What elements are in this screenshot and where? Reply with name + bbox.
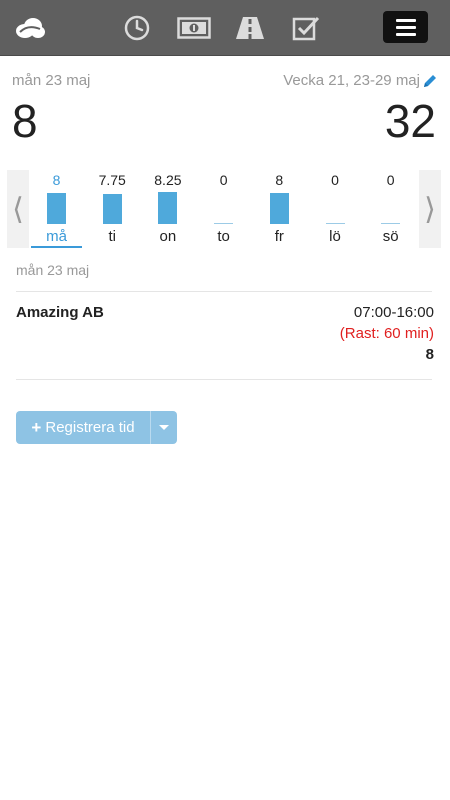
register-dropdown-button[interactable] [150,411,177,444]
chart-day-label: to [217,228,230,245]
chart-day-label: lö [329,228,341,245]
summary-header: mån 23 maj Vecka 21, 23-29 maj 8 32 [0,70,450,150]
chart-value-label: 8.25 [154,172,182,188]
money-icon [177,17,211,39]
caret-down-icon [159,425,169,430]
entry-hours: 8 [425,346,434,363]
chart-day-1[interactable]: 7.75 ti [85,170,140,248]
chart-value-label: 0 [386,172,395,188]
chart-bar [47,193,66,224]
chart-bar [214,223,234,224]
chart-value-label: 7.75 [98,172,126,188]
register-time-button[interactable]: + Registrera tid [16,411,150,444]
register-time-button-group: + Registrera tid [16,411,177,444]
week-chart: ⟨ 8 må 7.75 ti 8.25 on 0 to 8 fr 0 lö 0 sö ⟩ [7,170,441,248]
chart-day-2[interactable]: 8.25 on [140,170,195,248]
chart-day-label: fr [274,228,284,245]
week-total-hours: 32 [384,95,436,147]
chart-bar [269,193,289,224]
pencil-icon[interactable] [422,73,438,89]
top-navigation-bar [0,0,450,56]
week-range[interactable]: Vecka 21, 23-29 maj [283,72,420,89]
previous-week-button[interactable]: ⟨ [7,170,29,248]
road-icon [236,17,264,39]
chart-day-label: on [159,228,177,245]
cloud-logo-icon[interactable] [14,14,46,42]
next-week-button[interactable]: ⟩ [419,170,441,248]
time-entry[interactable]: Amazing AB 07:00-16:00 (Rast: 60 min) 8 [16,304,434,366]
chart-day-3[interactable]: 0 to [196,170,251,248]
chart-day-label: må [46,228,67,245]
chart-day-0[interactable]: 8 må [29,170,84,248]
day-section-date: mån 23 maj [16,262,90,278]
chart-day-5[interactable]: 0 lö [308,170,363,248]
hamburger-icon-line [395,25,416,29]
plus-icon: + [31,418,42,437]
nav-tasks-button[interactable] [288,10,324,46]
menu-button[interactable] [383,11,428,43]
entry-time-range: 07:00-16:00 [353,304,434,321]
chart-day-4[interactable]: 8 fr [252,170,307,248]
hamburger-icon-line [395,18,416,22]
entry-company: Amazing AB [16,304,104,321]
chart-day-label: ti [108,228,116,245]
week-days: 8 må 7.75 ti 8.25 on 0 to 8 fr 0 lö 0 sö [29,170,419,248]
entry-break: (Rast: 60 min) [339,325,434,342]
divider [16,291,432,292]
chart-bar [325,223,345,224]
chart-value-label: 0 [331,172,339,188]
chart-bar [381,223,401,224]
chart-bar [158,192,178,224]
selected-date: mån 23 maj [12,72,91,89]
nav-mileage-button[interactable] [232,10,268,46]
chart-value-label: 0 [219,172,228,188]
clock-icon [124,15,150,41]
register-time-label: Registrera tid [45,419,135,436]
day-total-hours: 8 [12,95,38,147]
chart-value-label: 8 [275,172,284,188]
chart-day-6[interactable]: 0 sö [363,170,418,248]
nav-time-button[interactable] [119,10,155,46]
checkbox-icon [292,16,320,41]
divider [16,379,432,380]
chart-bar [102,194,122,224]
hamburger-icon-line [395,32,416,36]
selected-day-indicator [31,246,82,248]
chart-value-label: 8 [52,172,61,188]
nav-expenses-button[interactable] [176,10,212,46]
chart-day-label: sö [382,228,399,245]
